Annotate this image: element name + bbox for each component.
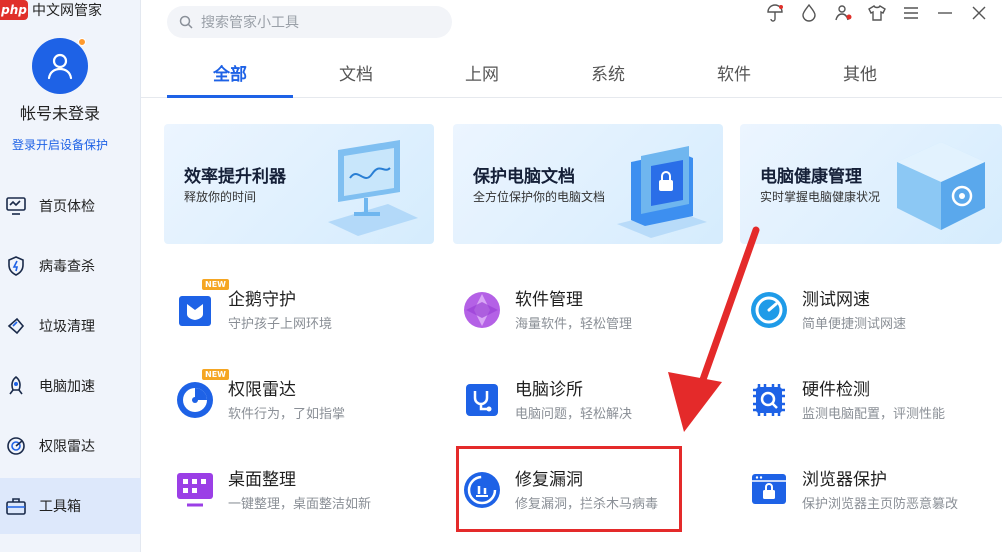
tab-system[interactable]: 系统 [545,60,671,85]
search-icon [179,15,193,29]
cube-illustration-icon [897,142,985,230]
tool-browser-protect[interactable]: 浏览器保护 保护浏览器主页防恶意篡改 [738,455,1002,525]
avatar[interactable] [32,38,88,94]
search-placeholder: 搜索管家小工具 [201,15,299,31]
tab-all[interactable]: 全部 [167,60,293,85]
tool-name: 企鹅守护 [228,290,296,310]
tool-software-manager[interactable]: 软件管理 海量软件，轻松管理 [451,275,721,345]
tool-permission-radar[interactable]: NEW 权限雷达 软件行为，了如指掌 [164,365,434,435]
sidebar-item-permission-radar[interactable]: 权限雷达 [0,418,141,474]
tool-hardware-check[interactable]: 硬件检测 监测电脑配置，评测性能 [738,365,1002,435]
sidebar-item-toolbox[interactable]: 工具箱 [0,478,141,534]
notification-dot [78,38,86,46]
minimize-icon[interactable] [936,4,954,22]
php-logo: php [0,0,28,20]
tool-speed-test[interactable]: 测试网速 简单便捷测试网速 [738,275,1002,345]
tab-software[interactable]: 软件 [671,60,797,85]
umbrella-icon[interactable] [766,4,784,22]
card-subtitle: 释放你的时间 [184,190,257,204]
person-icon[interactable] [834,4,852,22]
radar-icon [6,436,26,456]
sidebar-item-label: 首页体检 [39,199,95,215]
tab-other[interactable]: 其他 [797,60,923,85]
tool-pc-clinic[interactable]: 电脑诊所 电脑问题，轻松解决 [451,365,721,435]
tool-name: 桌面整理 [228,470,296,490]
tool-name: 电脑诊所 [515,380,583,400]
tool-description: 简单便捷测试网速 [802,317,907,332]
card-title: 保护电脑文档 [473,167,575,187]
tool-description: 保护浏览器主页防恶意篡改 [802,497,959,512]
drop-icon[interactable] [800,4,818,22]
tab-documents[interactable]: 文档 [293,60,419,85]
stethoscope-icon [461,379,503,421]
sidebar-item-label: 工具箱 [39,499,81,515]
search-input[interactable]: 搜索管家小工具 [167,6,452,38]
rocket-icon [6,376,26,396]
app-name: 中文网管家 [32,3,102,19]
menu-icon[interactable] [902,4,920,22]
speedometer-icon [748,289,790,331]
close-icon[interactable] [970,4,988,22]
sidebar-item-home-check[interactable]: 首页体检 [0,178,141,234]
tool-name: 测试网速 [802,290,870,310]
monitor-check-icon [6,196,26,216]
feature-card-efficiency[interactable]: 效率提升利器 释放你的时间 [164,124,434,244]
sidebar-item-label: 电脑加速 [39,379,95,395]
user-icon [47,53,73,80]
sidebar-item-speedup[interactable]: 电脑加速 [0,358,141,414]
tool-name: 权限雷达 [228,380,296,400]
toolbox-icon [6,496,26,516]
sidebar-item-label: 病毒查杀 [39,259,95,275]
sidebar: php 中文网管家 帐号未登录 登录开启设备保护 首页体检 病毒查杀 垃圾清理 … [0,0,141,552]
penguin-shield-icon [174,289,216,331]
tool-name: 软件管理 [515,290,583,310]
new-badge: NEW [202,369,229,380]
tool-description: 一键整理，桌面整洁如新 [228,497,372,512]
sidebar-item-label: 权限雷达 [39,439,95,455]
tab-underline [167,95,293,98]
sidebar-item-cleanup[interactable]: 垃圾清理 [0,298,141,354]
tool-name: 浏览器保护 [802,470,887,490]
tool-description: 海量软件，轻松管理 [515,317,633,332]
sidebar-item-virus-scan[interactable]: 病毒查杀 [0,238,141,294]
tool-penguin-guard[interactable]: NEW 企鹅守护 守护孩子上网环境 [164,275,434,345]
chip-search-icon [748,379,790,421]
tool-description: 守护孩子上网环境 [228,317,333,332]
browser-lock-icon [748,469,790,511]
app-title: php 中文网管家 [0,0,102,20]
category-tabs: 全部 文档 上网 系统 软件 其他 [141,52,1002,98]
window-controls [766,4,988,22]
new-badge: NEW [202,279,229,290]
software-manager-icon [461,289,503,331]
tool-name: 硬件检测 [802,380,870,400]
tool-desktop-organizer[interactable]: 桌面整理 一键整理，桌面整洁如新 [164,455,434,525]
card-subtitle: 全方位保护你的电脑文档 [473,190,606,204]
card-title: 电脑健康管理 [760,167,862,187]
tab-internet[interactable]: 上网 [419,60,545,85]
sidebar-item-label: 垃圾清理 [39,319,95,335]
tool-description: 电脑问题，轻松解决 [515,407,633,422]
shield-bolt-icon [6,256,26,276]
login-link[interactable]: 登录开启设备保护 [0,136,120,153]
tool-description: 监测电脑配置，评测性能 [802,407,946,422]
folder-lock-illustration-icon [617,146,707,238]
broom-icon [6,316,26,336]
shirt-icon[interactable] [868,4,886,22]
feature-card-health[interactable]: 电脑健康管理 实时掌握电脑健康状况 [740,124,1002,244]
card-title: 效率提升利器 [184,167,286,187]
account-status: 帐号未登录 [19,104,100,123]
card-subtitle: 实时掌握电脑健康状况 [760,190,881,204]
feature-card-document-protect[interactable]: 保护电脑文档 全方位保护你的电脑文档 [453,124,723,244]
highlight-box [456,446,682,532]
desktop-grid-icon [174,469,216,511]
radar-icon [174,379,216,421]
tool-description: 软件行为，了如指掌 [228,407,346,422]
monitor-illustration-icon [328,140,418,236]
